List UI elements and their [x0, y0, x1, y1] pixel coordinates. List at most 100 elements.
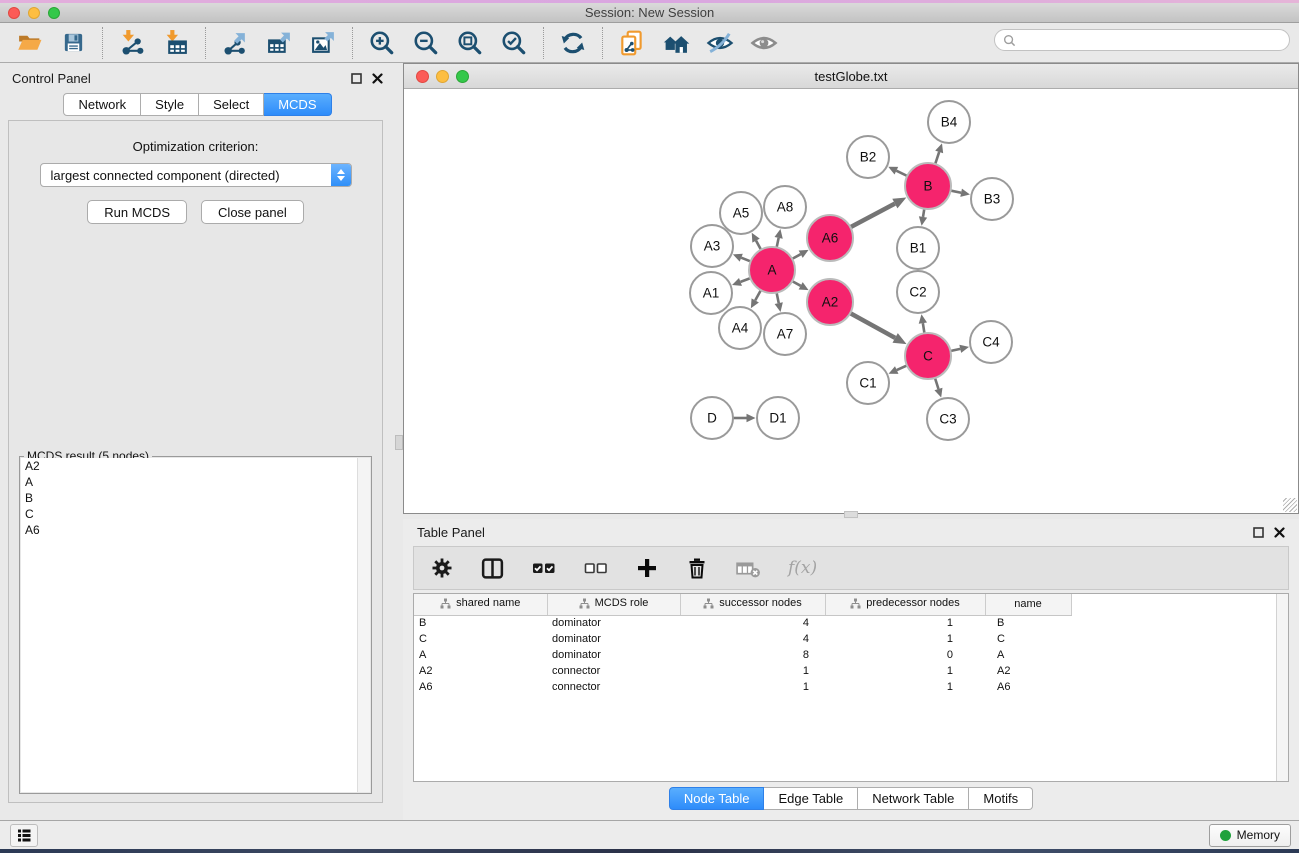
- delete-table-icon[interactable]: [735, 555, 762, 582]
- column-header[interactable]: successor nodes: [680, 594, 825, 615]
- vertical-splitter[interactable]: [395, 63, 403, 820]
- select-all-columns-icon[interactable]: [531, 555, 557, 581]
- result-item[interactable]: C: [21, 506, 370, 522]
- close-panel-icon[interactable]: [1274, 527, 1285, 538]
- table-cell[interactable]: A2: [985, 663, 1071, 679]
- run-mcds-button[interactable]: Run MCDS: [87, 200, 187, 224]
- table-row[interactable]: A2connector11A2: [414, 663, 1071, 679]
- graph-node-B4[interactable]: B4: [928, 101, 970, 143]
- graph-edge-A-A5[interactable]: [752, 233, 761, 250]
- graph-edge-A-A6[interactable]: [792, 250, 808, 259]
- graph-node-A5[interactable]: A5: [720, 192, 762, 234]
- graph-node-C1[interactable]: C1: [847, 362, 889, 404]
- table-cell[interactable]: 8: [680, 647, 825, 663]
- table-cell[interactable]: 4: [680, 631, 825, 647]
- graph-edge-A-A3[interactable]: [733, 254, 751, 262]
- table-cell[interactable]: 1: [825, 679, 985, 695]
- graph-node-A4[interactable]: A4: [719, 307, 761, 349]
- graph-node-A7[interactable]: A7: [764, 313, 806, 355]
- table-row[interactable]: Adominator80A: [414, 647, 1071, 663]
- graph-node-C4[interactable]: C4: [970, 321, 1012, 363]
- graph-node-A1[interactable]: A1: [690, 272, 732, 314]
- graph-edge-A2-C[interactable]: [850, 313, 906, 344]
- table-cell[interactable]: A: [985, 647, 1071, 663]
- table-cell[interactable]: A6: [414, 679, 547, 695]
- tab-select[interactable]: Select: [199, 93, 264, 116]
- first-neighbors-icon[interactable]: [659, 26, 693, 60]
- export-image-icon[interactable]: [306, 26, 340, 60]
- result-item[interactable]: A6: [21, 522, 370, 538]
- graph-node-D1[interactable]: D1: [757, 397, 799, 439]
- float-panel-icon[interactable]: [351, 73, 362, 84]
- tab-motifs[interactable]: Motifs: [969, 787, 1033, 810]
- network-canvas[interactable]: B4B2BB3A8A5A6A3B1AA1C2A2A4A7C4CC1DD1C3: [404, 89, 1298, 513]
- show-columns-icon[interactable]: [480, 556, 505, 581]
- column-header[interactable]: shared name: [414, 594, 547, 615]
- table-row[interactable]: Cdominator41C: [414, 631, 1071, 647]
- graph-edge-B-B4[interactable]: [935, 143, 943, 164]
- refresh-layout-icon[interactable]: [556, 26, 590, 60]
- close-panel-icon[interactable]: [372, 73, 383, 84]
- graph-node-A3[interactable]: A3: [691, 225, 733, 267]
- table-cell[interactable]: dominator: [547, 647, 680, 663]
- graph-edge-C-C2[interactable]: [919, 314, 927, 333]
- tab-network[interactable]: Network: [63, 93, 141, 116]
- graph-edge-C-C4[interactable]: [950, 345, 969, 353]
- table-cell[interactable]: 1: [825, 631, 985, 647]
- float-panel-icon[interactable]: [1253, 527, 1264, 538]
- graph-edge-A-A1[interactable]: [732, 278, 750, 286]
- hide-selected-icon[interactable]: [703, 26, 737, 60]
- table-cell[interactable]: dominator: [547, 615, 680, 631]
- splitter-handle[interactable]: [844, 511, 858, 518]
- table-cell[interactable]: 4: [680, 615, 825, 631]
- export-network-icon[interactable]: [218, 26, 252, 60]
- graph-edge-C-C3[interactable]: [934, 378, 942, 398]
- tab-node-table[interactable]: Node Table: [669, 787, 765, 810]
- memory-button[interactable]: Memory: [1209, 824, 1291, 847]
- graph-edge-A-A4[interactable]: [751, 290, 761, 308]
- graph-node-B2[interactable]: B2: [847, 136, 889, 178]
- table-cell[interactable]: A: [414, 647, 547, 663]
- zoom-selected-icon[interactable]: [497, 26, 531, 60]
- column-header[interactable]: predecessor nodes: [825, 594, 985, 615]
- zoom-fit-icon[interactable]: [453, 26, 487, 60]
- network-window-titlebar[interactable]: testGlobe.txt: [404, 64, 1298, 89]
- mcds-result-list[interactable]: A2ABCA6: [21, 458, 370, 792]
- task-history-button[interactable]: [10, 824, 38, 847]
- graph-node-B1[interactable]: B1: [897, 227, 939, 269]
- search-field[interactable]: [994, 29, 1290, 51]
- zoom-in-icon[interactable]: [365, 26, 399, 60]
- optimization-criterion-select[interactable]: largest connected component (directed): [40, 163, 352, 187]
- result-item[interactable]: A2: [21, 458, 370, 474]
- graph-node-C2[interactable]: C2: [897, 271, 939, 313]
- graph-node-D[interactable]: D: [691, 397, 733, 439]
- table-row[interactable]: Bdominator41B: [414, 615, 1071, 631]
- function-builder-icon[interactable]: f(x): [788, 558, 817, 578]
- graph-node-C3[interactable]: C3: [927, 398, 969, 440]
- export-table-icon[interactable]: [262, 26, 296, 60]
- graph-node-B[interactable]: B: [905, 163, 951, 209]
- zoom-out-icon[interactable]: [409, 26, 443, 60]
- graph-node-A[interactable]: A: [749, 247, 795, 293]
- graph-edge-A6-B[interactable]: [850, 197, 906, 227]
- table-row[interactable]: A6connector11A6: [414, 679, 1071, 695]
- new-network-from-selection-icon[interactable]: [615, 26, 649, 60]
- title-bar[interactable]: Session: New Session: [0, 3, 1299, 23]
- table-cell[interactable]: 1: [825, 615, 985, 631]
- table-cell[interactable]: connector: [547, 663, 680, 679]
- import-network-icon[interactable]: [115, 26, 149, 60]
- graph-node-B3[interactable]: B3: [971, 178, 1013, 220]
- result-item[interactable]: A: [21, 474, 370, 490]
- table-cell[interactable]: 1: [825, 663, 985, 679]
- save-session-icon[interactable]: [56, 26, 90, 60]
- graph-edge-A-A2[interactable]: [792, 281, 808, 290]
- open-session-icon[interactable]: [12, 26, 46, 60]
- graph-node-C[interactable]: C: [905, 333, 951, 379]
- table-cell[interactable]: dominator: [547, 631, 680, 647]
- close-panel-button[interactable]: Close panel: [201, 200, 304, 224]
- table-cell[interactable]: 1: [680, 663, 825, 679]
- unselect-all-columns-icon[interactable]: [583, 555, 609, 581]
- graph-edge-A-A8[interactable]: [775, 229, 783, 247]
- result-item[interactable]: B: [21, 490, 370, 506]
- table-cell[interactable]: 1: [680, 679, 825, 695]
